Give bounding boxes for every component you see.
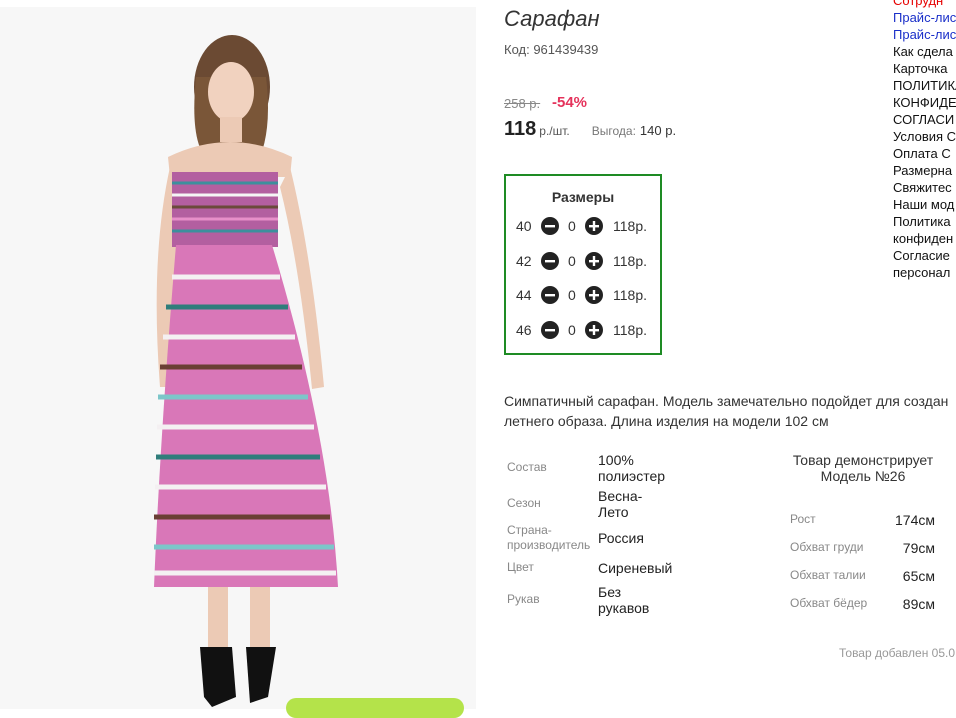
nav-link[interactable]: Согласие <box>893 247 956 264</box>
size-label: 46 <box>516 322 532 338</box>
spec-label-color: Цвет <box>507 560 534 574</box>
nav-link[interactable]: Размерна <box>893 162 956 179</box>
nav-link[interactable]: Политика <box>893 213 956 230</box>
description-line: летнего образа. Длина изделия на модели … <box>504 413 829 429</box>
nav-link[interactable]: Оплата С <box>893 145 956 162</box>
add-to-cart-button[interactable] <box>286 698 464 718</box>
model-param-label: Рост <box>790 512 816 526</box>
nav-link[interactable]: Прайс-лис <box>893 9 956 26</box>
quantity-value: 0 <box>568 287 576 303</box>
spec-value-country: Россия <box>598 530 644 546</box>
product-description: Симпатичный сарафан. Модель замечательно… <box>504 391 956 431</box>
size-row: 40 0 118р. <box>506 216 660 238</box>
right-nav: Сотрудн Прайс-лис Прайс-лис Как сдела Ка… <box>893 0 956 281</box>
minus-circle-icon[interactable] <box>541 217 559 235</box>
spec-value-sleeve: Без рукавов <box>598 584 649 616</box>
size-row: 46 0 118р. <box>506 320 660 342</box>
plus-circle-icon[interactable] <box>585 252 603 270</box>
size-price: 118р. <box>613 218 647 234</box>
model-param-label: Обхват груди <box>790 540 864 554</box>
spec-value-line: Без <box>598 584 622 600</box>
price-row: 118 р./шт. Выгода: 140 р. <box>504 118 676 141</box>
spec-value-color: Сиреневый <box>598 560 673 576</box>
saving-value: 140 р. <box>639 123 677 138</box>
spec-label-composition: Состав <box>507 460 547 474</box>
quantity-value: 0 <box>568 322 576 338</box>
minus-circle-icon[interactable] <box>541 252 559 270</box>
model-heading-line: Товар демонстрирует <box>792 452 934 468</box>
price-unit: р./шт. <box>539 124 570 138</box>
saving-label: Выгода: <box>591 124 636 138</box>
nav-link[interactable]: Наши мод <box>893 196 956 213</box>
model-param-value: 174см <box>895 512 935 528</box>
old-price: 258 р. <box>504 96 541 111</box>
plus-circle-icon[interactable] <box>585 321 603 339</box>
product-title: Сарафан <box>504 6 600 31</box>
minus-circle-icon[interactable] <box>541 286 559 304</box>
size-label: 44 <box>516 287 532 303</box>
size-label: 40 <box>516 218 532 234</box>
description-line: Симпатичный сарафан. Модель замечательно… <box>504 393 949 409</box>
model-number: Модель №26 <box>820 468 906 484</box>
spec-value-line: 100% <box>598 452 634 468</box>
nav-link[interactable]: Карточка <box>893 60 956 77</box>
spec-value-season: Весна- Лето <box>598 488 642 520</box>
price-value: 118 <box>504 118 537 140</box>
size-price: 118р. <box>613 322 647 338</box>
nav-link[interactable]: Прайс-лис <box>893 26 956 43</box>
model-param-value: 79см <box>902 540 935 556</box>
quantity-value: 0 <box>568 218 576 234</box>
added-date: Товар добавлен 05.0 <box>839 646 956 660</box>
model-param-label: Обхват талии <box>790 568 866 582</box>
sizes-box: Размеры 40 0 118р. 42 0 118р. 44 0 118р.… <box>504 174 662 355</box>
nav-link[interactable]: КОНФИДЕ <box>893 94 956 111</box>
size-price: 118р. <box>613 287 647 303</box>
spec-label-season: Сезон <box>507 496 541 510</box>
nav-link[interactable]: СОГЛАСИ <box>893 111 956 128</box>
model-param-value: 89см <box>902 596 935 612</box>
nav-link[interactable]: Свяжитес <box>893 179 956 196</box>
dress-model-image <box>0 7 476 709</box>
plus-circle-icon[interactable] <box>585 286 603 304</box>
spec-value-line: Лето <box>598 504 629 520</box>
spec-label-line: производитель <box>507 538 591 552</box>
nav-link[interactable]: Как сдела <box>893 43 956 60</box>
nav-link[interactable]: Условия С <box>893 128 956 145</box>
nav-link[interactable]: Сотрудн <box>893 0 956 9</box>
minus-circle-icon[interactable] <box>541 321 559 339</box>
nav-link[interactable]: ПОЛИТИКА <box>893 77 956 94</box>
spec-value-line: рукавов <box>598 600 650 616</box>
size-label: 42 <box>516 253 532 269</box>
spec-label-sleeve: Рукав <box>507 592 540 606</box>
spec-value-line: Весна- <box>598 488 643 504</box>
plus-circle-icon[interactable] <box>585 217 603 235</box>
sizes-title: Размеры <box>551 189 615 205</box>
size-row: 44 0 118р. <box>506 285 660 307</box>
spec-value-composition: 100% полиэстер <box>598 452 665 484</box>
spec-value-line: полиэстер <box>598 468 666 484</box>
nav-link[interactable]: конфиден <box>893 230 956 247</box>
model-heading: Товар демонстрирует Модель №26 <box>782 452 944 484</box>
product-code: Код: 961439439 <box>504 42 599 57</box>
size-row: 42 0 118р. <box>506 251 660 273</box>
discount-badge: -54% <box>552 94 588 111</box>
nav-link[interactable]: персонал <box>893 264 956 281</box>
product-photo[interactable] <box>0 7 476 709</box>
spec-label-line: Страна- <box>507 523 552 537</box>
spec-label-country: Страна- производитель <box>507 523 590 553</box>
model-param-value: 65см <box>902 568 935 584</box>
size-price: 118р. <box>613 253 647 269</box>
model-param-label: Обхват бёдер <box>790 596 868 610</box>
quantity-value: 0 <box>568 253 576 269</box>
